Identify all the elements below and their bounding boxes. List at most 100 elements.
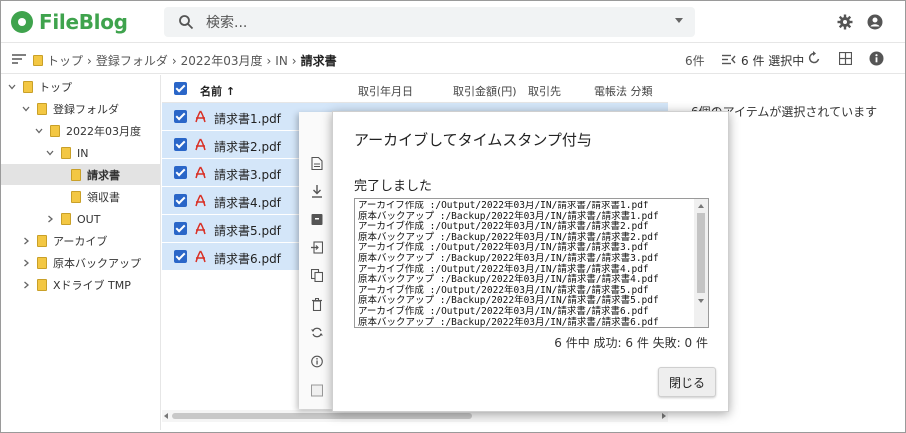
move-icon[interactable] (311, 241, 323, 254)
scroll-up-icon[interactable] (698, 204, 704, 208)
search-input[interactable]: 検索... (206, 12, 247, 32)
chevron-down-icon[interactable] (7, 82, 17, 92)
scroll-down-icon[interactable] (698, 299, 704, 303)
document-icon[interactable] (311, 157, 323, 170)
folder-icon (37, 103, 47, 115)
log-textarea[interactable]: アーカイブ作成 :/Output/2022年03月/IN/請求書/請求書1.pd… (354, 198, 709, 328)
row-checkbox[interactable] (174, 194, 187, 207)
tree-item-label: アーカイブ (53, 235, 108, 248)
tree-item-out[interactable]: OUT (45, 209, 100, 229)
delete-icon[interactable] (311, 298, 323, 311)
folder-icon (23, 81, 33, 93)
column-header-partner[interactable]: 取引先 (528, 83, 561, 99)
selection-count: 6 件 選択中 (741, 54, 805, 68)
row-checkbox[interactable] (174, 166, 187, 179)
select-all-checkbox[interactable] (174, 82, 187, 95)
breadcrumb-item[interactable]: IN (275, 54, 288, 68)
scroll-right-icon[interactable] (662, 413, 666, 419)
file-name[interactable]: 請求書2.pdf (214, 138, 281, 155)
row-checkbox[interactable] (174, 222, 187, 235)
folder-icon (37, 279, 47, 291)
scrollbar-thumb[interactable] (172, 413, 472, 419)
column-header-amount[interactable]: 取引金額(円) (453, 83, 517, 99)
tree-item-label: 原本バックアップ (53, 257, 141, 270)
app-window: FileBlog 検索... トップ › 登録フォルダ › 2022年03月度 … (0, 0, 906, 433)
download-icon[interactable] (311, 185, 323, 198)
breadcrumb-current: 請求書 (300, 54, 337, 68)
file-name[interactable]: 請求書6.pdf (214, 250, 281, 267)
tree-item-label: IN (77, 146, 89, 160)
selection-list-icon[interactable] (722, 54, 736, 65)
info-icon[interactable] (869, 51, 884, 66)
log-line: 原本バックアップ :/Backup/2022年03月/IN/請求書/請求書6.p… (358, 316, 659, 328)
tree-item-backup[interactable]: 原本バックアップ (21, 253, 141, 273)
log-scrollbar[interactable] (694, 199, 708, 327)
file-name[interactable]: 請求書5.pdf (214, 222, 281, 239)
app-logo[interactable]: FileBlog (11, 10, 128, 34)
breadcrumb-item[interactable]: 登録フォルダ (96, 52, 168, 69)
row-checkbox[interactable] (174, 110, 187, 123)
scroll-left-icon[interactable] (164, 413, 168, 419)
folder-icon (61, 147, 71, 159)
file-name[interactable]: 請求書4.pdf (214, 194, 281, 211)
tree-item-label: 2022年03月度 (66, 125, 141, 138)
pdf-icon (195, 138, 206, 151)
tree-item-invoice[interactable]: 請求書 (1, 164, 160, 185)
tree-item-label: 登録フォルダ (53, 103, 119, 116)
grid-view-icon[interactable] (839, 52, 852, 65)
copy-icon[interactable] (311, 269, 323, 282)
folder-icon (37, 235, 47, 247)
row-checkbox[interactable] (174, 138, 187, 151)
info-icon[interactable] (311, 355, 323, 368)
chevron-down-icon[interactable] (34, 126, 44, 136)
scrollbar-thumb[interactable] (697, 213, 705, 293)
pdf-icon (195, 166, 206, 179)
tree-item-xdrive[interactable]: Xドライブ TMP (21, 275, 131, 295)
tree-item-2022-03[interactable]: 2022年03月度 (34, 121, 141, 141)
search-box[interactable]: 検索... (164, 7, 695, 37)
file-name[interactable]: 請求書1.pdf (214, 110, 281, 127)
breadcrumb-item[interactable]: トップ (47, 52, 83, 69)
account-icon[interactable] (867, 14, 883, 30)
tree-item-in[interactable]: IN (45, 143, 88, 163)
folder-icon (71, 168, 81, 181)
chevron-right-icon[interactable] (21, 258, 31, 268)
log-line: アーカイブ作成 :/Output/2022年03月/IN/請求書/請求書6.pd… (358, 305, 649, 317)
tree-item-archive[interactable]: アーカイブ (21, 231, 107, 251)
logo-icon (11, 11, 33, 33)
breadcrumb: トップ › 登録フォルダ › 2022年03月度 › IN › 請求書 (33, 52, 337, 69)
column-header-name[interactable]: 名前 ↑ (200, 83, 235, 99)
chevron-down-icon[interactable] (21, 104, 31, 114)
tree-item-top[interactable]: トップ (7, 77, 72, 97)
checkbox-icon[interactable] (311, 384, 323, 397)
pdf-icon (195, 194, 206, 207)
folder-icon (37, 257, 47, 269)
chevron-right-icon[interactable] (21, 236, 31, 246)
chevron-down-icon[interactable] (45, 148, 55, 158)
item-count: 6件 (685, 54, 705, 68)
pdf-icon (195, 110, 206, 123)
file-name[interactable]: 請求書3.pdf (214, 166, 281, 183)
column-header-category[interactable]: 電帳法 分類 (594, 83, 653, 99)
close-button[interactable]: 閉じる (658, 367, 716, 397)
sort-icon[interactable] (12, 53, 26, 65)
folder-icon (61, 213, 71, 225)
column-header-date[interactable]: 取引年月日 (358, 83, 413, 99)
gear-icon[interactable] (837, 14, 853, 30)
chevron-down-icon[interactable] (675, 18, 683, 23)
refresh-icon[interactable] (807, 51, 821, 65)
tree-item-label: 請求書 (87, 168, 120, 182)
chevron-right-icon: › (291, 53, 297, 68)
tree-item-receipt[interactable]: 領収書 (71, 187, 120, 207)
breadcrumb-item[interactable]: 2022年03月度 (181, 52, 263, 69)
row-checkbox[interactable] (174, 250, 187, 263)
result-summary: 6 件中 成功: 6 件 失敗: 0 件 (554, 336, 708, 350)
log-line: アーカイブ作成 :/Output/2022年03月/IN/請求書/請求書1.pd… (358, 201, 649, 211)
chevron-right-icon[interactable] (45, 214, 55, 224)
folder-icon (33, 55, 43, 66)
tree-item-registered[interactable]: 登録フォルダ (21, 99, 119, 119)
sync-icon[interactable] (311, 326, 323, 339)
tree-item-label: OUT (77, 212, 101, 226)
chevron-right-icon[interactable] (21, 280, 31, 290)
archive-icon[interactable] (311, 213, 323, 226)
